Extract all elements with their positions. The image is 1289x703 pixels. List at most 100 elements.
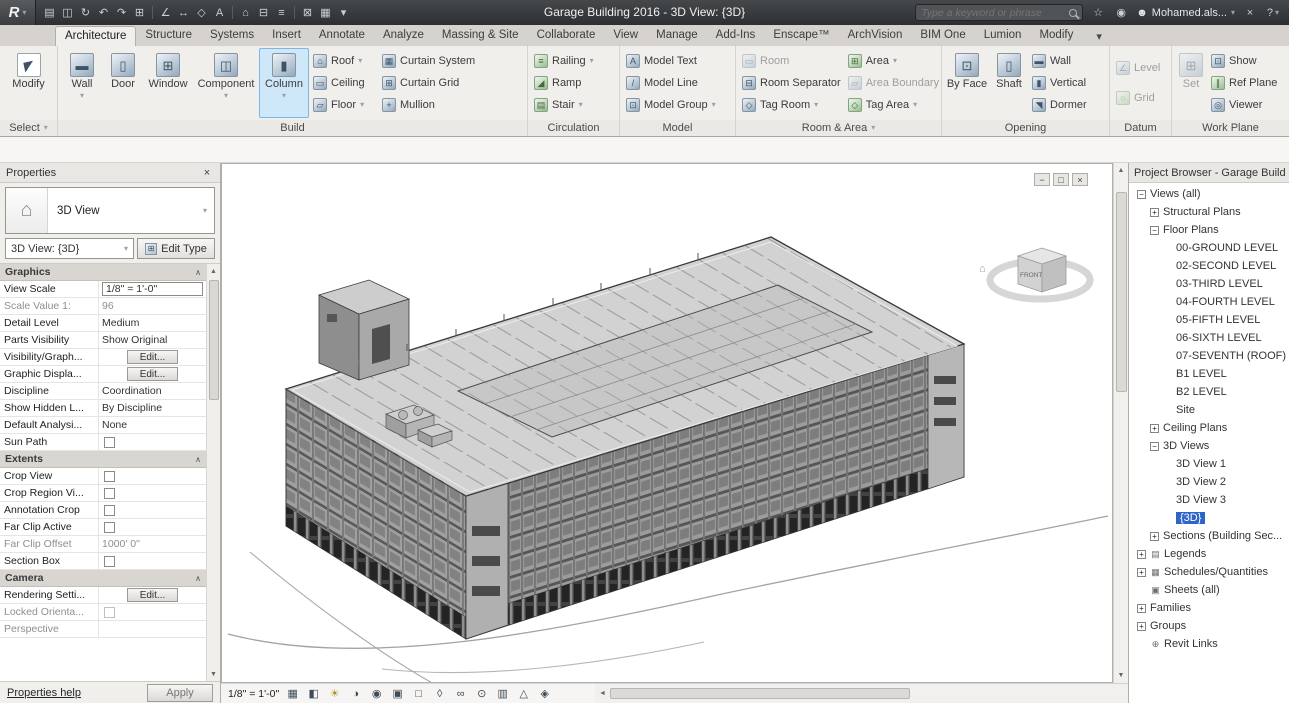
- model-line-button[interactable]: / Model Line: [623, 72, 719, 94]
- close-hidden-windows-icon[interactable]: ⊠: [299, 4, 316, 21]
- tag-by-category-icon[interactable]: ◇: [193, 4, 210, 21]
- panel-label-model[interactable]: Model: [620, 120, 735, 136]
- reveal-hidden-elements-icon[interactable]: ⊙: [474, 686, 489, 701]
- section-graphics[interactable]: Graphics ∧: [0, 264, 206, 281]
- visibility-edit-button[interactable]: Edit...: [126, 350, 179, 364]
- crop-region-checkbox[interactable]: [104, 487, 115, 499]
- panel-label-select[interactable]: Select ▾: [0, 120, 57, 136]
- section-extents[interactable]: Extents ∧: [0, 451, 206, 468]
- tab-view[interactable]: View: [604, 26, 647, 46]
- panel-label-opening[interactable]: Opening: [942, 120, 1109, 136]
- tree-item-3d-views[interactable]: − 3D Views: [1129, 437, 1289, 455]
- viewcube-home-icon[interactable]: ⌂: [979, 263, 986, 275]
- tree-item-floor-plan[interactable]: 03-THIRD LEVEL: [1129, 275, 1289, 293]
- tab-lumion[interactable]: Lumion: [975, 26, 1031, 46]
- dormer-button[interactable]: ◥ Dormer: [1029, 94, 1099, 116]
- tree-item-structural-plans[interactable]: + Structural Plans: [1129, 203, 1289, 221]
- collapse-icon[interactable]: −: [1137, 189, 1146, 199]
- panel-label-datum[interactable]: Datum: [1110, 120, 1171, 136]
- area-button[interactable]: ⊞ Area ▾: [845, 50, 939, 72]
- section-camera[interactable]: Camera ∧: [0, 570, 206, 587]
- print-icon[interactable]: ⊞: [131, 4, 148, 21]
- edit-type-button[interactable]: ⊞ Edit Type: [137, 238, 215, 259]
- ramp-button[interactable]: ◢ Ramp: [531, 72, 597, 94]
- door-button[interactable]: ▯ Door: [104, 48, 142, 118]
- section-icon[interactable]: ⊟: [255, 4, 272, 21]
- tree-item-floor-plan[interactable]: Site: [1129, 401, 1289, 419]
- selected-view[interactable]: {3D}: [1176, 512, 1206, 524]
- sync-icon[interactable]: ↻: [77, 4, 94, 21]
- tree-item-3d-view[interactable]: 3D View 3: [1129, 491, 1289, 509]
- tree-item-schedules[interactable]: + ▦ Schedules/Quantities: [1129, 563, 1289, 581]
- stair-button[interactable]: ▤ Stair ▾: [531, 94, 597, 116]
- panel-label-work-plane[interactable]: Work Plane: [1172, 120, 1289, 136]
- properties-scrollbar[interactable]: ▲ ▼: [206, 264, 220, 681]
- restore-view-icon[interactable]: □: [1053, 173, 1069, 186]
- vertical-scrollbar[interactable]: ▲ ▼: [1113, 163, 1128, 683]
- exchange-apps-icon[interactable]: ×: [1242, 4, 1258, 21]
- wall-button[interactable]: ▬ Wall ▾: [61, 48, 103, 118]
- show-rendering-dialog-icon[interactable]: ◉: [369, 686, 384, 701]
- tab-modify[interactable]: Modify: [1030, 26, 1082, 46]
- tree-item-floor-plan[interactable]: 00-GROUND LEVEL: [1129, 239, 1289, 257]
- scroll-down-icon[interactable]: ▼: [1114, 668, 1128, 683]
- room-button[interactable]: ▭ Room: [739, 50, 844, 72]
- tab-manage[interactable]: Manage: [647, 26, 707, 46]
- viewer-button[interactable]: ◎ Viewer: [1208, 94, 1278, 116]
- tree-item-3d-view-current[interactable]: {3D}: [1129, 509, 1289, 527]
- detail-level-icon[interactable]: ▦: [285, 686, 300, 701]
- locked-orientation-checkbox[interactable]: [104, 606, 115, 618]
- scroll-up-icon[interactable]: ▲: [1114, 163, 1128, 178]
- scroll-down-icon[interactable]: ▼: [207, 667, 220, 681]
- visual-style-icon[interactable]: ◧: [306, 686, 321, 701]
- room-separator-button[interactable]: ⊟ Room Separator: [739, 72, 844, 94]
- scrollbar-thumb[interactable]: [610, 688, 911, 699]
- collapse-icon[interactable]: −: [1150, 225, 1159, 235]
- drawing-area[interactable]: ⌂ FRONT − □ ×: [221, 163, 1113, 683]
- ceiling-button[interactable]: ▭ Ceiling: [310, 72, 378, 94]
- far-clip-active-checkbox[interactable]: [104, 521, 115, 533]
- scroll-up-icon[interactable]: ▲: [207, 264, 220, 278]
- modify-button[interactable]: ◤ Modify: [9, 48, 47, 118]
- tree-item-sheets[interactable]: ▣ Sheets (all): [1129, 581, 1289, 599]
- tree-item-legends[interactable]: + ▤ Legends: [1129, 545, 1289, 563]
- tree-item-sections[interactable]: + Sections (Building Sec...: [1129, 527, 1289, 545]
- project-browser-header[interactable]: Project Browser - Garage Build: [1129, 163, 1289, 183]
- component-button[interactable]: ◫ Component ▾: [194, 48, 258, 118]
- ribbon-state-toggle-icon[interactable]: ▾: [1088, 26, 1110, 46]
- tab-systems[interactable]: Systems: [201, 26, 263, 46]
- tree-item-floor-plan[interactable]: B1 LEVEL: [1129, 365, 1289, 383]
- by-face-button[interactable]: ⊡ By Face: [945, 48, 989, 118]
- properties-header[interactable]: Properties ×: [0, 163, 220, 183]
- tag-room-button[interactable]: ◇ Tag Room ▾: [739, 94, 844, 116]
- measure-icon[interactable]: ∠: [157, 4, 174, 21]
- sign-in-button[interactable]: ☻ Mohamed.als... ▾: [1136, 7, 1235, 19]
- tree-item-revit-links[interactable]: ⊕ Revit Links: [1129, 635, 1289, 653]
- expand-icon[interactable]: +: [1137, 621, 1146, 631]
- expand-icon[interactable]: +: [1137, 603, 1146, 613]
- show-crop-region-icon[interactable]: □: [411, 686, 426, 701]
- tree-item-floor-plan[interactable]: 04-FOURTH LEVEL: [1129, 293, 1289, 311]
- vertical-opening-button[interactable]: ▮ Vertical: [1029, 72, 1099, 94]
- tab-analyze[interactable]: Analyze: [374, 26, 433, 46]
- roof-button[interactable]: ⌂ Roof ▾: [310, 50, 378, 72]
- model-text-button[interactable]: A Model Text: [623, 50, 719, 72]
- open-icon[interactable]: ▤: [41, 4, 58, 21]
- save-icon[interactable]: ◫: [59, 4, 76, 21]
- scrollbar-thumb[interactable]: [208, 280, 219, 400]
- expand-icon[interactable]: +: [1137, 567, 1146, 577]
- rendering-settings-edit-button[interactable]: Edit...: [126, 588, 179, 602]
- customize-qat-icon[interactable]: ▾: [335, 4, 352, 21]
- crop-view-icon[interactable]: ▣: [390, 686, 405, 701]
- type-selector[interactable]: ⌂ 3D View ▾: [5, 187, 215, 234]
- communication-center-icon[interactable]: ◉: [1113, 4, 1129, 21]
- expand-icon[interactable]: +: [1150, 207, 1159, 217]
- sun-path-checkbox[interactable]: [104, 436, 115, 448]
- tree-item-ceiling-plans[interactable]: + Ceiling Plans: [1129, 419, 1289, 437]
- search-icon[interactable]: [1069, 8, 1078, 17]
- area-boundary-button[interactable]: ▱ Area Boundary: [845, 72, 939, 94]
- tag-area-button[interactable]: ◇ Tag Area ▾: [845, 94, 939, 116]
- panel-label-room-area[interactable]: Room & Area ▾: [736, 120, 941, 136]
- tab-collaborate[interactable]: Collaborate: [528, 26, 605, 46]
- app-menu-button[interactable]: R ▾: [0, 0, 36, 25]
